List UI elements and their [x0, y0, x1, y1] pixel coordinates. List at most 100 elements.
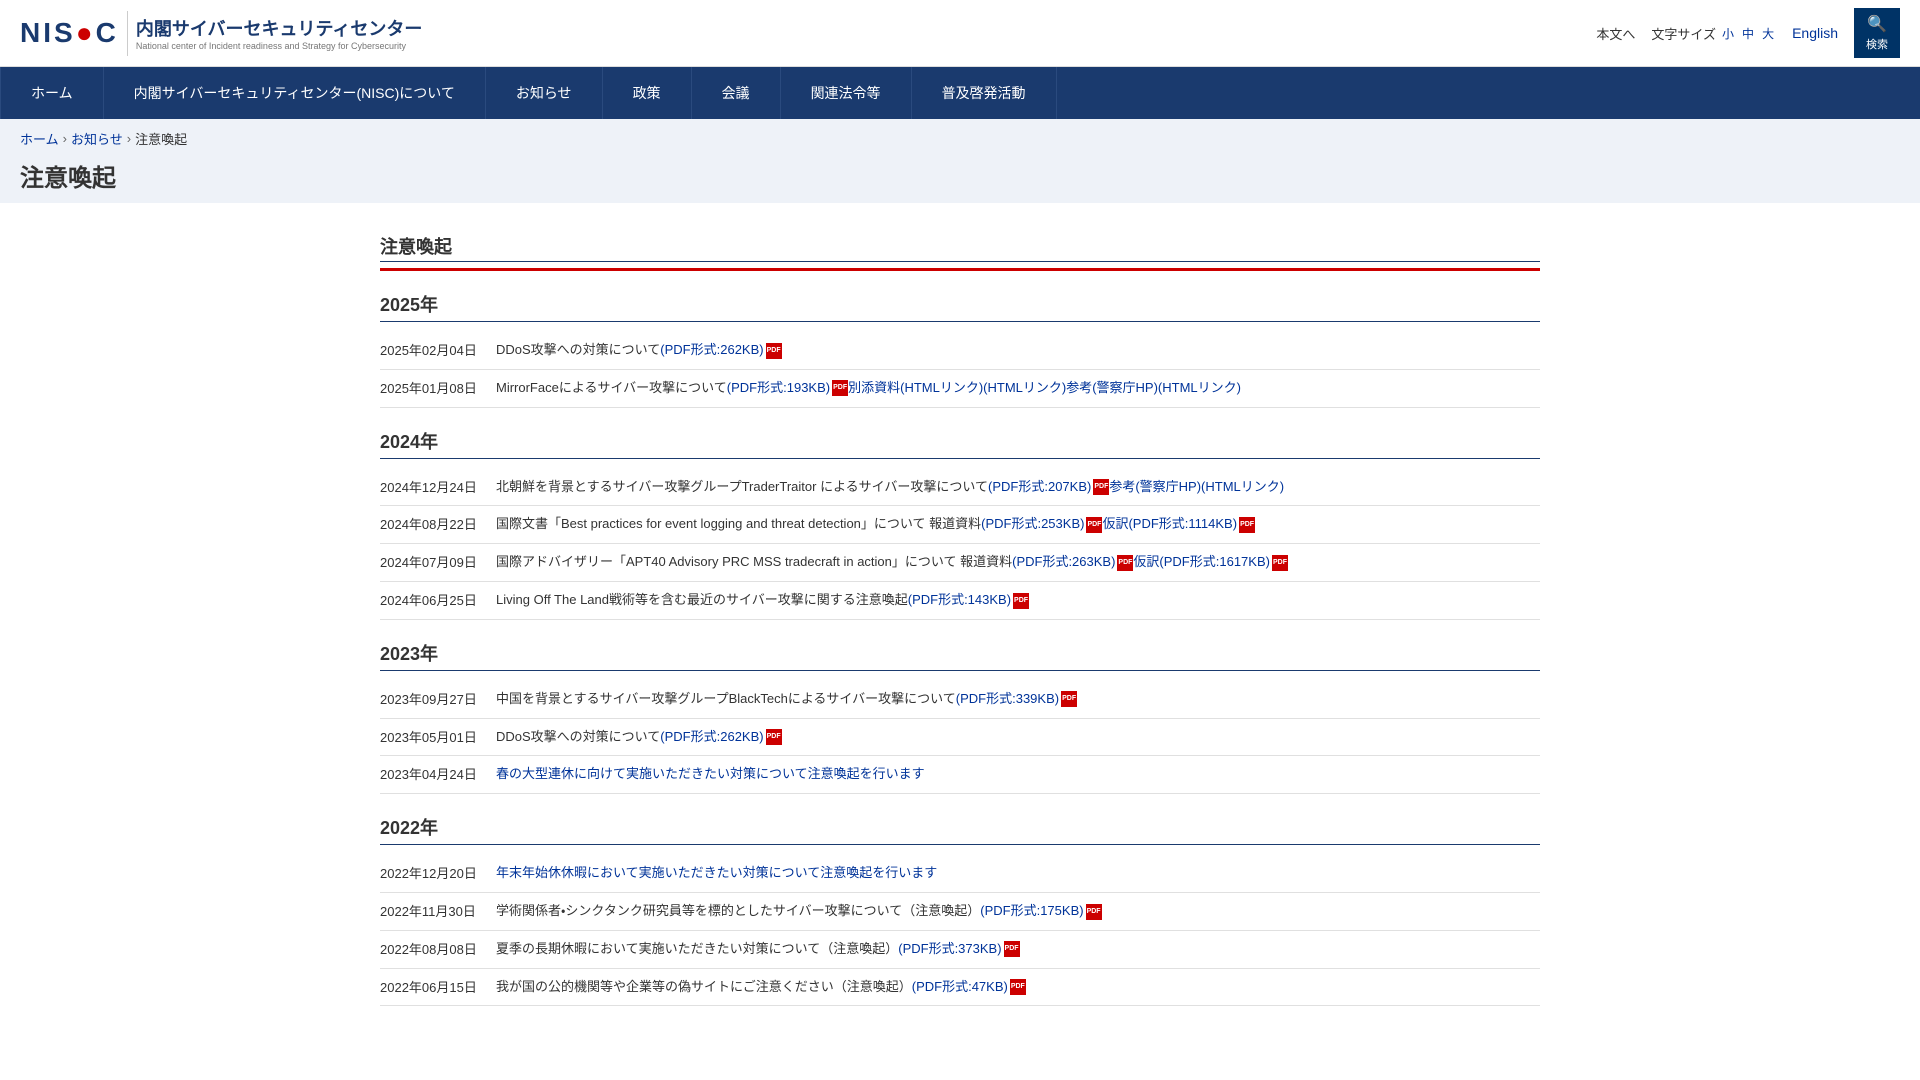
list-item: 2022年08月08日夏季の長期休暇において実施いただきたい対策について（注意喚…	[380, 931, 1540, 969]
pdf-icon: PDF	[1086, 517, 1102, 533]
breadcrumb-area: ホーム › お知らせ › 注意喚起 注意喚起	[0, 119, 1920, 203]
logo-area: NIS●C 内閣サイバーセキュリティセンター National center o…	[20, 11, 422, 56]
entries-container: 2025年 2025年02月04日 DDoS攻撃への対策について(PDF形式:262…	[380, 291, 1540, 1006]
entry-date: 2024年06月25日	[380, 590, 480, 609]
nav-item[interactable]: ホーム	[0, 67, 104, 119]
main-nav: ホーム内閣サイバーセキュリティセンター(NISC)についてお知らせ政策会議関連法…	[0, 67, 1920, 119]
pdf-link[interactable]: (PDF形式:262KB)	[660, 342, 763, 357]
nav-item[interactable]: 会議	[692, 67, 781, 119]
pdf-link[interactable]: 仮訳(PDF形式:1114KB)	[1102, 516, 1237, 531]
entry-link[interactable]: 年末年始休休暇において実施いただきたい対策について注意喚起を行います	[496, 865, 937, 880]
pdf-icon: PDF	[766, 343, 782, 359]
list-item: 2022年12月20日 年末年始休休暇において実施いただきたい対策について注意喚起…	[380, 855, 1540, 893]
html-link[interactable]: 参考(警察庁HP)(HTMLリンク)	[1109, 479, 1284, 494]
entry-date: 2023年09月27日	[380, 689, 480, 708]
entry-date: 2022年06月15日	[380, 977, 480, 996]
pdf-icon: PDF	[1086, 904, 1102, 920]
entry-content: 夏季の長期休暇において実施いただきたい対策について（注意喚起）(PDF形式:37…	[496, 939, 1540, 960]
list-item: 2024年12月24日北朝鮮を背景とするサイバー攻撃グループTraderTrai…	[380, 469, 1540, 507]
pdf-icon: PDF	[832, 380, 848, 396]
list-item: 2024年07月09日国際アドバイザリー「APT40 Advisory PRC …	[380, 544, 1540, 582]
font-size-area: 文字サイズ 小 中 大	[1651, 24, 1776, 43]
breadcrumb-sep-2: ›	[127, 131, 131, 146]
pdf-link[interactable]: (PDF形式:193KB)	[727, 380, 830, 395]
nav-item[interactable]: 普及啓発活動	[912, 67, 1057, 119]
entry-link[interactable]: 春の大型連休に向けて実施いただきたい対策について注意喚起を行います	[496, 766, 925, 781]
site-header: NIS●C 内閣サイバーセキュリティセンター National center o…	[0, 0, 1920, 67]
font-medium-btn[interactable]: 中	[1740, 25, 1756, 42]
list-item: 2025年01月08日 MirrorFaceによるサイバー攻撃について(PDF形式…	[380, 370, 1540, 408]
entry-date: 2023年04月24日	[380, 764, 480, 783]
pdf-link[interactable]: (PDF形式:47KB)	[912, 979, 1008, 994]
entry-date: 2025年01月08日	[380, 378, 480, 397]
nisc-acronym: NIS●C	[20, 17, 119, 48]
entry-content: 我が国の公的機関等や企業等の偽サイトにご注意ください（注意喚起）(PDF形式:4…	[496, 977, 1540, 998]
entry-content: 中国を背景とするサイバー攻撃グループBlackTechによるサイバー攻撃について…	[496, 689, 1540, 710]
html-link[interactable]: (HTMLリンク)	[983, 380, 1066, 395]
pdf-link[interactable]: (PDF形式:175KB)	[980, 903, 1083, 918]
site-subtitle: National center of Incident readiness an…	[136, 41, 423, 51]
breadcrumb-news[interactable]: お知らせ	[71, 129, 123, 148]
list-item: 2023年09月27日中国を背景とするサイバー攻撃グループBlackTechによ…	[380, 681, 1540, 719]
page-title: 注意喚起	[20, 158, 1900, 193]
pdf-link[interactable]: (PDF形式:339KB)	[956, 691, 1059, 706]
entry-content: Living Off The Land戦術等を含む最近のサイバー攻撃に関する注意…	[496, 590, 1540, 611]
entry-date: 2025年02月04日	[380, 340, 480, 359]
pdf-icon: PDF	[1061, 691, 1077, 707]
pdf-icon: PDF	[1272, 555, 1288, 571]
site-title: 内閣サイバーセキュリティセンター	[136, 15, 423, 41]
entry-content: 国際文書「Best practices for event logging an…	[496, 514, 1540, 535]
header-right: 本文へ 文字サイズ 小 中 大 English 🔍 検索	[1596, 8, 1900, 58]
breadcrumb: ホーム › お知らせ › 注意喚起	[20, 129, 1900, 148]
year-heading: 2024年	[380, 428, 1540, 459]
year-heading: 2022年	[380, 814, 1540, 845]
nav-item[interactable]: お知らせ	[486, 67, 603, 119]
pdf-link[interactable]: (PDF形式:262KB)	[660, 729, 763, 744]
pdf-link[interactable]: (PDF形式:253KB)	[981, 516, 1084, 531]
list-item: 2024年08月22日国際文書「Best practices for event…	[380, 506, 1540, 544]
font-size-label: 文字サイズ	[1651, 24, 1716, 43]
breadcrumb-current: 注意喚起	[135, 129, 187, 148]
entry-content: 学術関係者・シンクタンク研究員等を標的としたサイバー攻撃について（注意喚起）(P…	[496, 901, 1540, 922]
entry-content: MirrorFaceによるサイバー攻撃について(PDF形式:193KB)PDF別…	[496, 378, 1540, 399]
main-content: 注意喚起 2025年2025年02月04日DDoS攻撃への対策について(PDF形…	[360, 203, 1560, 1026]
pdf-link[interactable]: (PDF形式:143KB)	[908, 592, 1011, 607]
entry-content: 年末年始休休暇において実施いただきたい対策について注意喚起を行います	[496, 863, 1540, 884]
pdf-icon: PDF	[1093, 479, 1109, 495]
entry-content: 春の大型連休に向けて実施いただきたい対策について注意喚起を行います	[496, 764, 1540, 785]
breadcrumb-home[interactable]: ホーム	[20, 129, 59, 148]
font-large-btn[interactable]: 大	[1760, 25, 1776, 42]
nav-item[interactable]: 関連法令等	[781, 67, 912, 119]
pdf-link[interactable]: 仮訳(PDF形式:1617KB)	[1133, 554, 1270, 569]
entry-date: 2022年12月20日	[380, 863, 480, 882]
search-icon: 🔍	[1867, 14, 1887, 34]
list-item: 2025年02月04日 DDoS攻撃への対策について(PDF形式:262KB)PD…	[380, 332, 1540, 370]
entry-date: 2023年05月01日	[380, 727, 480, 746]
entry-content: DDoS攻撃への対策について(PDF形式:262KB)PDF	[496, 340, 1540, 361]
list-item: 2024年06月25日 Living Off The Land戦術等を含む最近のサ…	[380, 582, 1540, 620]
search-button[interactable]: 🔍 検索	[1854, 8, 1900, 58]
pdf-link[interactable]: (PDF形式:263KB)	[1012, 554, 1115, 569]
pdf-icon: PDF	[1010, 979, 1026, 995]
pdf-link[interactable]: (PDF形式:373KB)	[898, 941, 1001, 956]
entry-date: 2024年12月24日	[380, 477, 480, 496]
html-link[interactable]: 別添資料(HTMLリンク)	[848, 380, 983, 395]
font-small-btn[interactable]: 小	[1720, 25, 1736, 42]
page-title-area: 注意喚起	[20, 148, 1900, 193]
entry-date: 2022年08月08日	[380, 939, 480, 958]
nav-item[interactable]: 政策	[603, 67, 692, 119]
nav-item[interactable]: 内閣サイバーセキュリティセンター(NISC)について	[104, 67, 486, 119]
list-item: 2023年05月01日DDoS攻撃への対策について(PDF形式:262KB)PD…	[380, 719, 1540, 757]
entry-date: 2024年07月09日	[380, 552, 480, 571]
list-item: 2022年06月15日我が国の公的機関等や企業等の偽サイトにご注意ください（注意…	[380, 969, 1540, 1007]
html-link[interactable]: 参考(警察庁HP)(HTMLリンク)	[1066, 380, 1241, 395]
main-text-link[interactable]: 本文へ	[1596, 24, 1635, 43]
english-link[interactable]: English	[1792, 25, 1838, 41]
nisc-logo: NIS●C	[20, 17, 119, 49]
pdf-icon: PDF	[1239, 517, 1255, 533]
pdf-link[interactable]: (PDF形式:207KB)	[988, 479, 1091, 494]
pdf-icon: PDF	[766, 729, 782, 745]
list-item: 2022年11月30日学術関係者・シンクタンク研究員等を標的としたサイバー攻撃に…	[380, 893, 1540, 931]
year-heading: 2025年	[380, 291, 1540, 322]
pdf-icon: PDF	[1013, 593, 1029, 609]
